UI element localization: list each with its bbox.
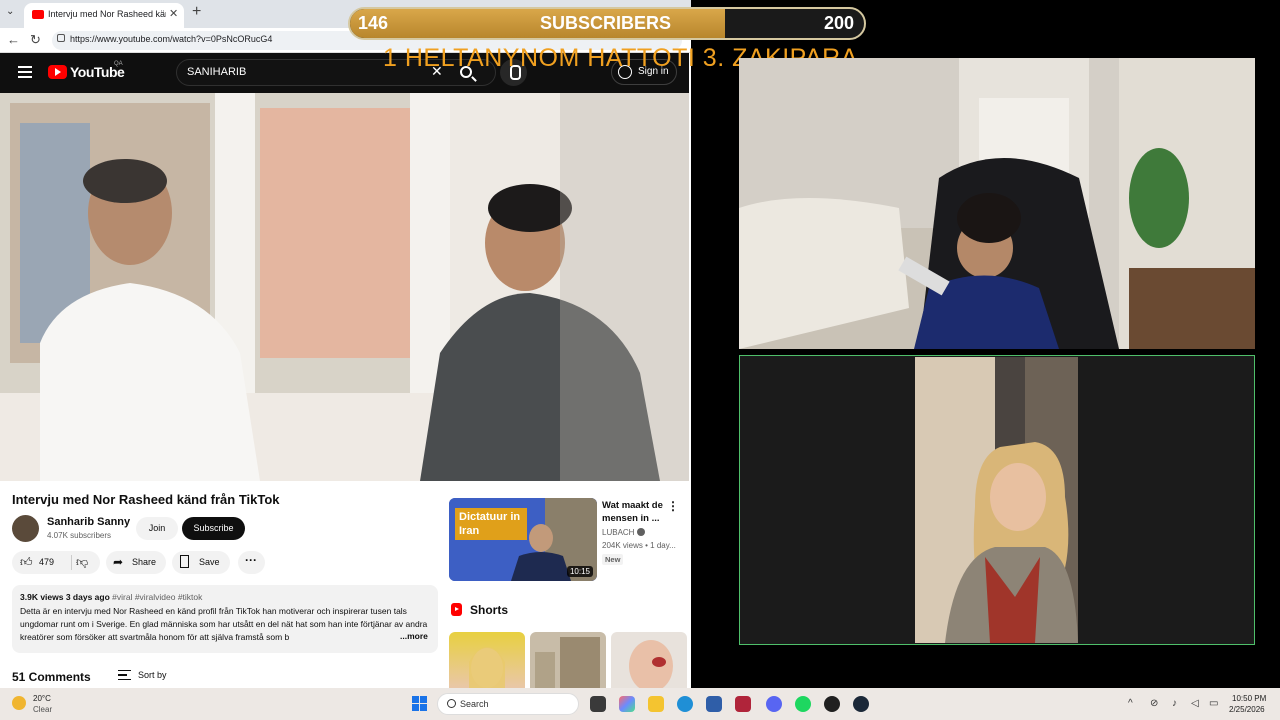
video-player[interactable] [0, 93, 689, 481]
file-explorer-icon[interactable] [648, 696, 664, 712]
taskbar-search-placeholder: Search [460, 699, 489, 709]
share-button[interactable]: ➦ Share [106, 551, 166, 574]
discord-icon[interactable] [766, 696, 782, 712]
browser-window: ⌄ Intervju med Nor Rasheed känd från Tik… [0, 0, 691, 688]
back-icon[interactable]: ← [7, 32, 20, 47]
join-button[interactable]: Join [136, 517, 178, 540]
description-meta: 3.9K views 3 days ago #viral #viralvideo… [20, 592, 202, 602]
subscriber-count: 4.07K subscribers [47, 531, 112, 540]
edge-icon[interactable] [677, 696, 693, 712]
new-tab-button[interactable]: + [192, 3, 201, 21]
browser-tab[interactable]: Intervju med Nor Rasheed känd från TikTo… [24, 3, 184, 28]
copilot-icon[interactable] [619, 696, 635, 712]
sort-by-button[interactable]: Sort by [138, 670, 167, 680]
views-date: 3.9K views 3 days ago [20, 592, 110, 602]
description-text: Detta är en intervju med Nor Rasheed en … [20, 606, 428, 642]
save-label: Save [199, 557, 220, 567]
subscriber-label: SUBSCRIBERS [540, 13, 672, 33]
tab-title: Intervju med Nor Rasheed känd från TikTo… [48, 9, 166, 19]
hashtags[interactable]: #viral #viralvideo #tiktok [112, 592, 202, 602]
start-button[interactable] [412, 696, 427, 711]
site-info-icon[interactable] [57, 34, 65, 42]
tray-chevron-icon[interactable]: ^ [1128, 698, 1133, 709]
shorts-icon [451, 603, 462, 616]
share-label: Share [132, 557, 157, 567]
volume-icon[interactable]: ◁ [1191, 698, 1199, 709]
search-value: SANIHARIB [187, 66, 247, 78]
subscribe-button[interactable]: Subscribe [182, 517, 245, 540]
webcam-guest [739, 355, 1255, 645]
divider [71, 555, 72, 570]
verified-icon [637, 528, 645, 536]
steam-icon[interactable] [853, 696, 869, 712]
more-actions-button[interactable]: ··· [238, 551, 265, 574]
taskbar-search[interactable]: Search [437, 693, 579, 715]
tab-close-icon[interactable]: ✕ [169, 7, 178, 20]
spotify-icon[interactable] [795, 696, 811, 712]
more-icon: ··· [245, 553, 257, 567]
subscriber-current: 146 [358, 13, 389, 33]
youtube-favicon-icon [32, 10, 44, 19]
menu-icon[interactable] [18, 66, 32, 78]
youtube-logo-icon[interactable] [48, 65, 67, 79]
shorts-title: Shorts [470, 603, 509, 617]
obs-icon[interactable] [824, 696, 840, 712]
dislike-icon[interactable]: 👎︎ [76, 555, 88, 570]
share-icon: ➦ [113, 555, 124, 569]
short-thumbnail[interactable] [611, 632, 687, 688]
short-thumbnail[interactable] [530, 632, 606, 688]
webcam-frame [739, 58, 1255, 349]
network-icon[interactable]: ⊘ [1150, 698, 1158, 709]
guest-frame [915, 357, 1078, 643]
save-button[interactable]: Save [172, 551, 230, 574]
weather-moon-icon[interactable] [12, 696, 26, 710]
video-frame [0, 93, 689, 481]
bookmark-icon [180, 555, 189, 568]
video-title: Intervju med Nor Rasheed känd från TikTo… [12, 492, 280, 507]
reload-icon[interactable]: ↻ [30, 32, 41, 48]
tab-list-icon[interactable]: ⌄ [6, 6, 14, 17]
like-dislike-group: 👍︎ 479 👎︎ [12, 551, 100, 574]
guest-video [915, 357, 1078, 643]
subscriber-goal: 200 [823, 13, 854, 33]
recommended-channel[interactable]: LUBACH [602, 528, 634, 537]
sort-icon[interactable] [118, 670, 131, 680]
url-text: https://www.youtube.com/watch?v=0PsNcORu… [70, 34, 273, 44]
short-thumbnail[interactable] [449, 632, 525, 688]
thumbnail-label: Dictatuur in Iran [455, 508, 527, 540]
comments-count: 51 Comments [12, 670, 91, 684]
task-view-icon[interactable] [590, 696, 606, 712]
like-icon[interactable]: 👍︎ [20, 555, 33, 570]
store-icon[interactable] [706, 696, 722, 712]
search-icon [447, 699, 456, 708]
weather-condition[interactable]: Clear [33, 705, 52, 714]
subscriber-goal-bar: 146 SUBSCRIBERS 200 [348, 7, 866, 40]
webcam-streamer [739, 58, 1255, 349]
description-box[interactable]: 3.9K views 3 days ago #viral #viralvideo… [12, 585, 438, 653]
like-count[interactable]: 479 [39, 557, 54, 567]
clock-date[interactable]: 2/25/2026 [1229, 705, 1265, 714]
battery-icon[interactable]: ▭ [1209, 698, 1218, 709]
video-duration: 10:15 [566, 566, 593, 577]
windows-taskbar: 20°C Clear Search ^ ⊘ ♪ ◁ ▭ 10:50 PM 2/2… [0, 688, 1280, 720]
show-more-link[interactable]: ...more [398, 631, 428, 641]
recommended-title[interactable]: Wat maakt de mensen in ... [602, 499, 666, 525]
microphone-icon[interactable]: ♪ [1172, 698, 1177, 709]
channel-avatar[interactable] [12, 515, 39, 542]
more-options-icon[interactable]: ⋮ [667, 499, 679, 513]
clock-time[interactable]: 10:50 PM [1232, 694, 1266, 703]
recommended-thumbnail[interactable]: Dictatuur in Iran 10:15 [449, 498, 597, 581]
recommended-stats: 204K views • 1 day... [602, 541, 676, 550]
channel-name[interactable]: Sanharib Sanny [47, 516, 130, 528]
app-icon[interactable] [735, 696, 751, 712]
region-code: QA [114, 61, 123, 67]
weather-temperature[interactable]: 20°C [33, 694, 51, 703]
new-badge: New [602, 554, 624, 565]
